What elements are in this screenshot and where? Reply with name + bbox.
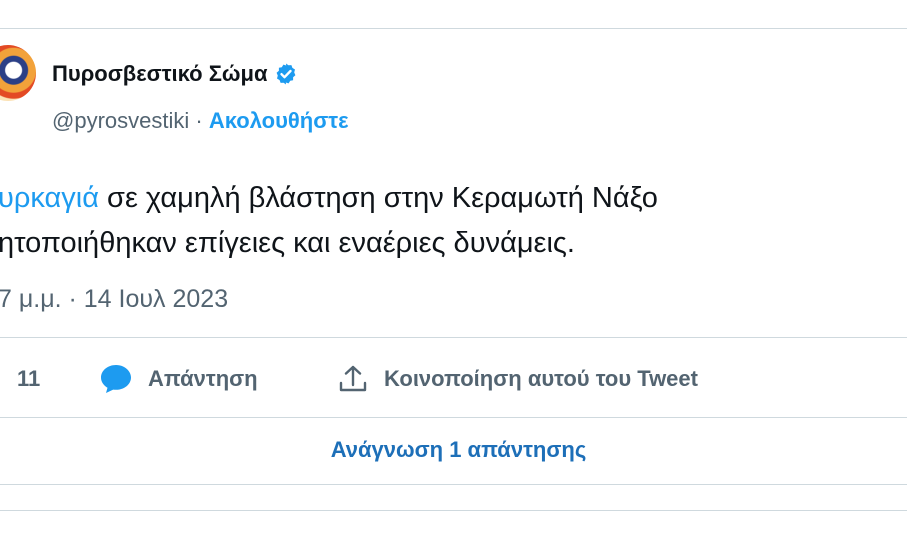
reply-button[interactable]: Απάντηση	[98, 363, 258, 395]
follow-link[interactable]: Ακολουθήστε	[209, 108, 349, 133]
author-handle-row: @pyrosvestiki · Ακολουθήστε	[52, 108, 349, 134]
tweet-body: υρκαγιά σε χαμηλή βλάστηση στην Κεραμωτή…	[0, 176, 907, 266]
handle-separator: ·	[189, 108, 209, 133]
hashtag-link[interactable]: υρκαγιά	[0, 182, 99, 214]
tweet-timestamp[interactable]: 7 μ.μ. · 14 Ιουλ 2023	[0, 285, 228, 314]
share-label: Κοινοποίηση αυτού του Tweet	[384, 366, 698, 391]
tweet-line-1-text: σε χαμηλή βλάστηση στην Κεραμωτή Νάξο	[98, 182, 658, 214]
divider	[0, 510, 907, 511]
share-button[interactable]: Κοινοποίηση αυτού του Tweet	[336, 363, 698, 395]
reply-label: Απάντηση	[148, 366, 258, 391]
divider	[0, 337, 907, 338]
verified-badge-icon	[276, 63, 295, 85]
tweet-line-1: υρκαγιά σε χαμηλή βλάστηση στην Κεραμωτή…	[0, 176, 907, 221]
divider	[0, 417, 907, 418]
speech-bubble-icon	[101, 365, 131, 393]
author-name-row: Πυροσβεστικό Σώμα	[52, 61, 298, 87]
read-replies-link[interactable]: Ανάγνωση 1 απάντησης	[0, 424, 907, 476]
share-upload-icon	[339, 365, 367, 392]
author-handle[interactable]: @pyrosvestiki	[52, 108, 189, 133]
like-count[interactable]: 11	[17, 366, 40, 392]
action-bar: 11 Απάντηση Κοινοποίηση αυτού του Tweet	[0, 352, 907, 406]
author-display-name[interactable]: Πυροσβεστικό Σώμα	[52, 61, 268, 87]
tweet-line-2: ητοποιήθηκαν επίγειες και εναέριες δυνάμ…	[0, 227, 575, 259]
read-replies-label: Ανάγνωση 1 απάντησης	[330, 437, 587, 462]
divider	[0, 484, 907, 485]
